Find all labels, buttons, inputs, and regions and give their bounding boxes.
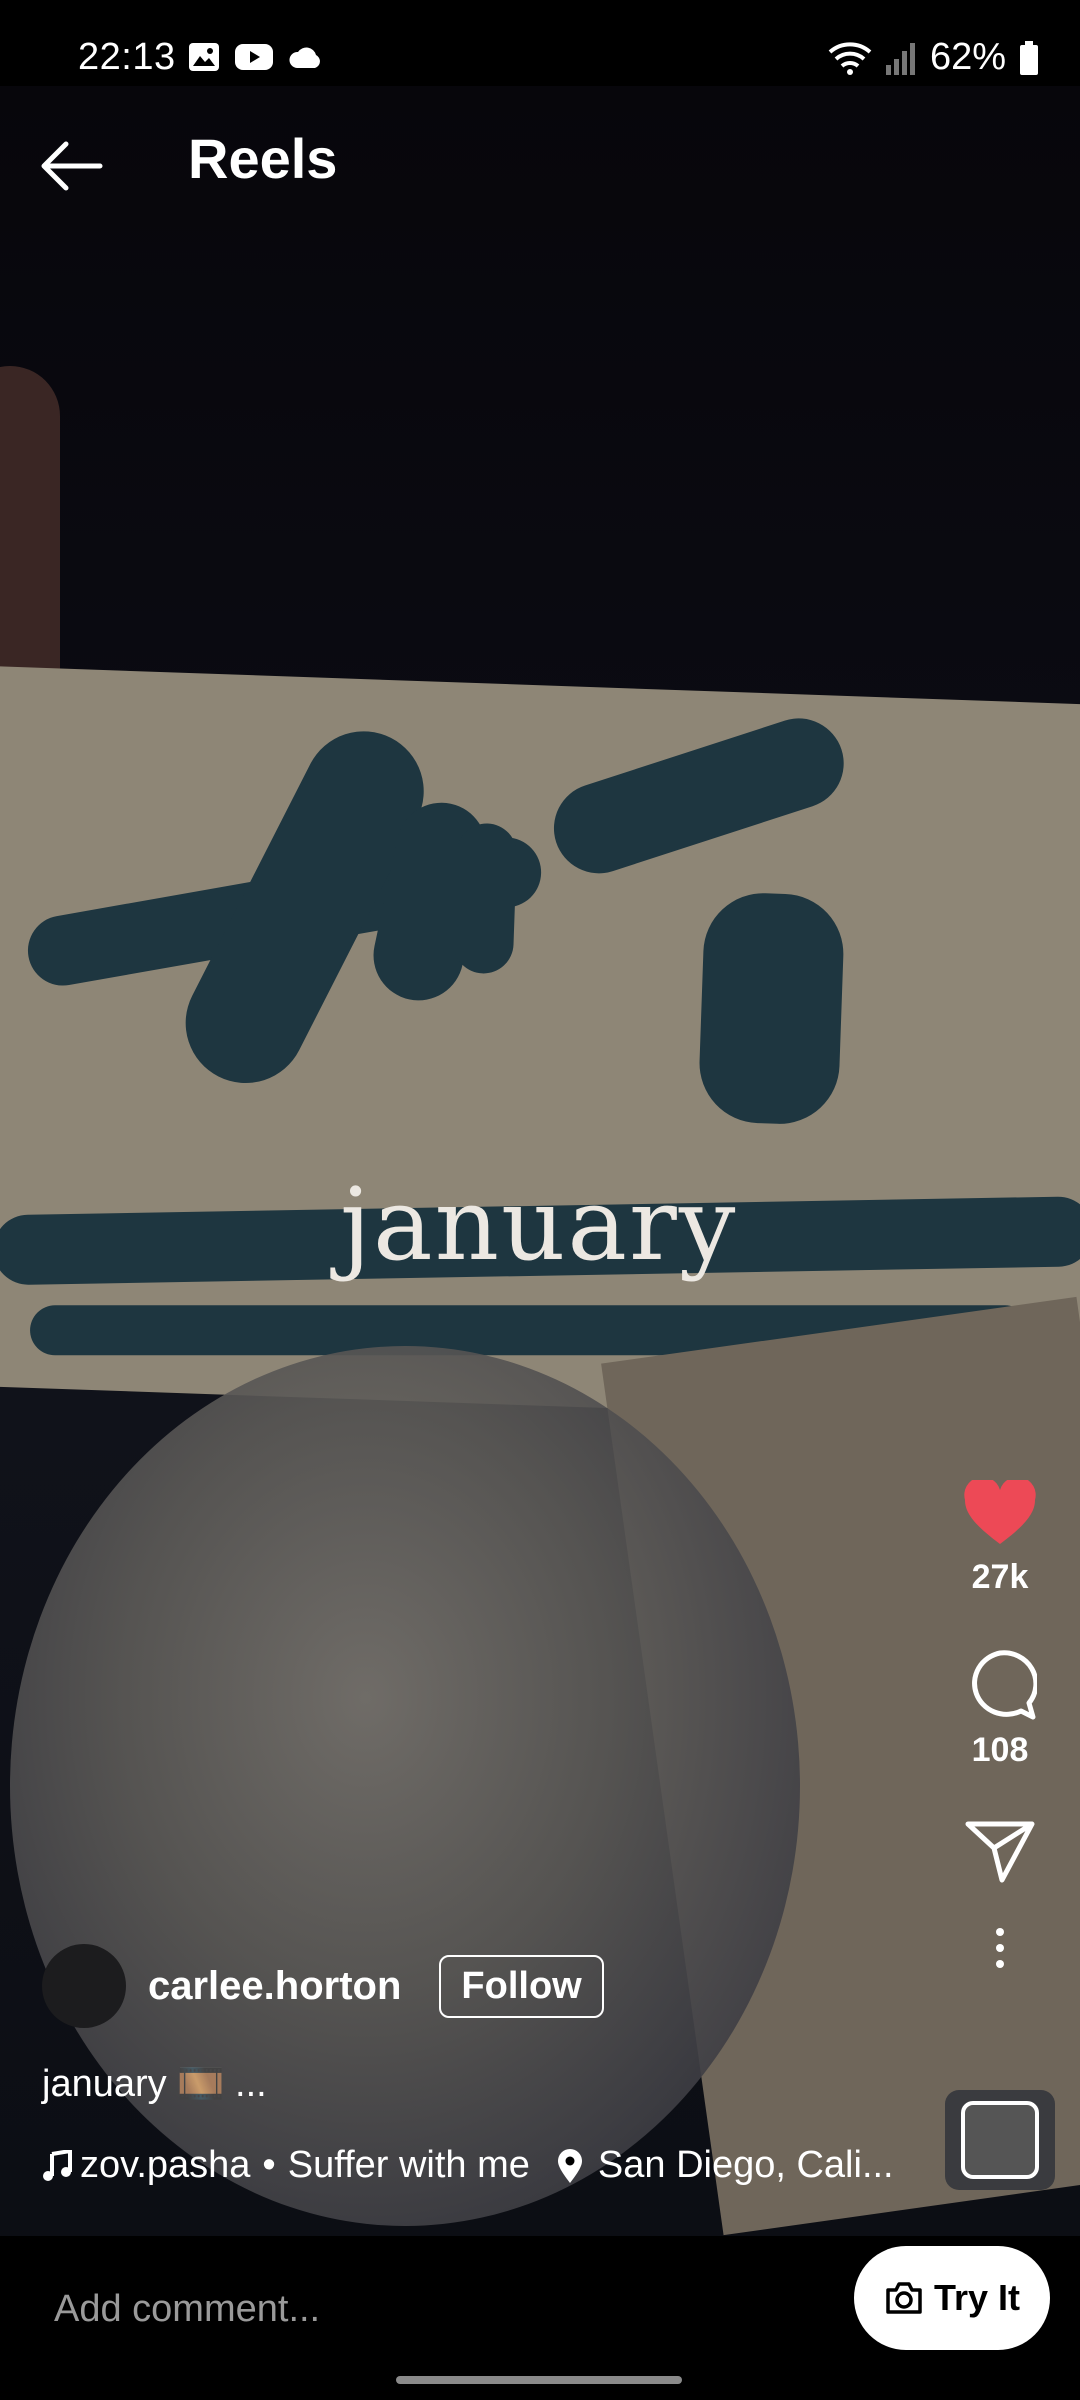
comment-bar: Add comment... Try It (0, 2236, 1080, 2400)
location-label[interactable]: San Diego, Cali... (598, 2144, 894, 2187)
music-note-icon (43, 2149, 72, 2181)
audio-location-row: zov.pasha • Suffer with me San Diego, Ca… (42, 2144, 922, 2187)
more-vertical-icon[interactable] (990, 1926, 1010, 1970)
reel-actions: 27k 108 (935, 1480, 1065, 1970)
cloud-icon (289, 47, 320, 68)
comment-count: 108 (971, 1731, 1029, 1769)
audio-cover-image (961, 2101, 1039, 2179)
more-options[interactable] (935, 1926, 1065, 1970)
try-it-label: Try It (933, 2277, 1021, 2318)
video-overlay-text: january (340, 1166, 738, 1283)
comment-input[interactable]: Add comment... (54, 2288, 320, 2331)
location-pin-icon (557, 2148, 582, 2183)
wifi-icon (828, 41, 872, 75)
status-bar: 22:13 62% (0, 0, 1080, 86)
battery-percent: 62% (929, 36, 1006, 78)
youtube-icon (235, 44, 273, 70)
signal-icon (885, 42, 915, 75)
reel-video[interactable]: january (0, 86, 1080, 2236)
camera-icon (886, 2282, 922, 2314)
audio-title[interactable]: Suffer with me (288, 2144, 530, 2187)
share-action[interactable] (935, 1820, 1065, 1884)
reels-header: Reels (0, 86, 1080, 236)
heart-icon[interactable] (963, 1480, 1037, 1548)
username[interactable]: carlee.horton (148, 1964, 401, 2009)
comment-action[interactable]: 108 (935, 1649, 1065, 1770)
author-row: carlee.horton Follow (42, 1944, 604, 2028)
comment-icon[interactable] (963, 1649, 1037, 1721)
back-arrow-icon[interactable] (36, 130, 108, 202)
video-coffee-bag (0, 666, 1080, 1426)
audio-thumbnail[interactable] (945, 2090, 1055, 2190)
avatar[interactable] (42, 1944, 126, 2028)
try-it-button[interactable]: Try It (854, 2246, 1050, 2350)
gallery-icon (189, 43, 219, 71)
home-indicator[interactable] (396, 2376, 682, 2384)
follow-button[interactable]: Follow (439, 1954, 604, 2018)
status-time: 22:13 (78, 36, 176, 78)
send-icon[interactable] (964, 1820, 1036, 1884)
separator-dot: • (262, 2144, 276, 2186)
battery-icon (1020, 40, 1038, 75)
location[interactable]: San Diego, Cali... (556, 2144, 894, 2187)
like-action[interactable]: 27k (935, 1480, 1065, 1597)
audio-artist[interactable]: zov.pasha (80, 2144, 250, 2187)
caption[interactable]: january 🎞️ ... (42, 2062, 267, 2106)
page-title: Reels (188, 127, 338, 190)
like-count: 27k (971, 1558, 1029, 1596)
